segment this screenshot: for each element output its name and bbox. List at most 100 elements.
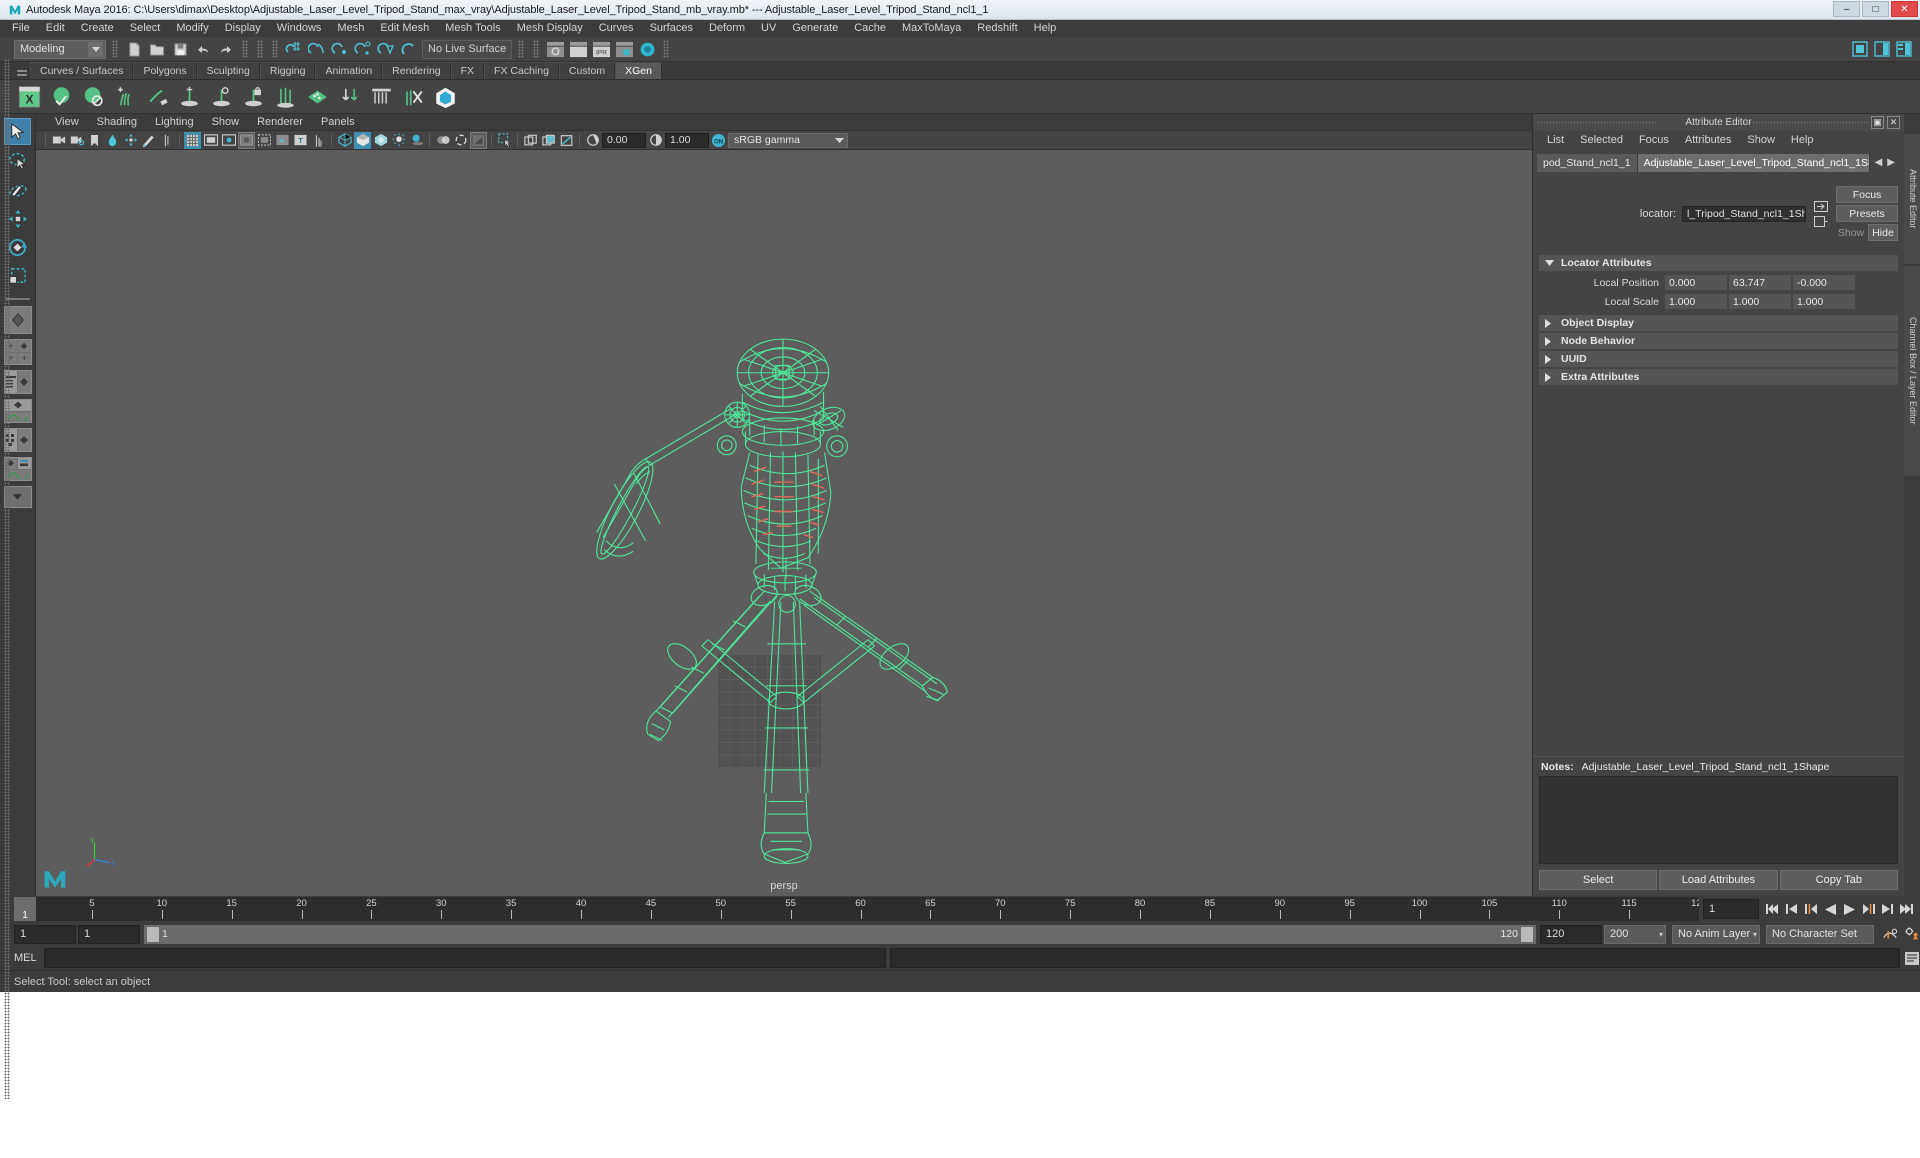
chevron-right-icon[interactable] xyxy=(1545,372,1557,382)
shelf-tab-xgen[interactable]: XGen xyxy=(615,62,662,79)
xgen-interactive-groom-icon[interactable] xyxy=(430,82,460,112)
step-forward-frame-icon[interactable] xyxy=(1860,900,1876,918)
script-editor-icon[interactable] xyxy=(1904,949,1920,967)
menu-item-curves[interactable]: Curves xyxy=(591,20,642,37)
show-hide-channel-box-icon[interactable] xyxy=(1894,39,1914,59)
chevron-right-icon[interactable] xyxy=(1545,336,1557,346)
resolution-gate-icon[interactable] xyxy=(220,132,237,149)
menu-item-uv[interactable]: UV xyxy=(753,20,784,37)
two-d-pan-zoom-icon[interactable] xyxy=(122,132,139,149)
xgen-scatter-icon[interactable] xyxy=(302,82,332,112)
local-scale-z[interactable]: 1.000 xyxy=(1793,294,1855,309)
shelf-tab-rigging[interactable]: Rigging xyxy=(259,62,316,79)
toolbar-grip[interactable] xyxy=(112,40,118,58)
camera-gizmo-icon[interactable] xyxy=(310,132,327,149)
current-frame-field[interactable]: 1 xyxy=(1703,899,1759,919)
multisample-aa-icon[interactable] xyxy=(470,131,487,149)
select-node-icon[interactable] xyxy=(1813,200,1829,212)
step-back-key-icon[interactable] xyxy=(1784,900,1800,918)
range-slider-right-handle[interactable] xyxy=(1521,926,1533,942)
playback-end-time-field[interactable]: 120 xyxy=(1540,924,1602,944)
color-profile-dropdown[interactable]: sRGB gamma xyxy=(728,132,848,148)
section-object-display[interactable]: Object Display xyxy=(1539,315,1898,331)
new-scene-icon[interactable] xyxy=(124,39,144,59)
time-slider-track[interactable]: 5 10 15 20 25 30 35 40 45 50 55 60 65 70 75 80 85 90 95 100… xyxy=(36,897,1699,921)
local-scale-x[interactable]: 1.000 xyxy=(1665,294,1727,309)
exposure-icon[interactable] xyxy=(584,132,601,149)
undo-icon[interactable] xyxy=(193,39,213,59)
shelf-tab-animation[interactable]: Animation xyxy=(315,62,383,79)
attr-menu-focus[interactable]: Focus xyxy=(1631,133,1677,147)
play-forwards-icon[interactable] xyxy=(1841,900,1857,918)
shelf-tab-sculpting[interactable]: Sculpting xyxy=(196,62,260,79)
snap-to-curve-icon[interactable] xyxy=(307,39,327,59)
go-to-end-icon[interactable] xyxy=(1898,900,1914,918)
snap-to-grid-icon[interactable] xyxy=(284,39,304,59)
undock-panel-button[interactable]: ▣ xyxy=(1871,116,1884,129)
show-hide-modeling-toolkit-icon[interactable] xyxy=(1850,39,1870,59)
panel-menu-view[interactable]: View xyxy=(46,115,88,129)
anim-layer-dropdown[interactable]: No Anim Layer ▾ xyxy=(1672,924,1760,944)
render-current-frame-icon[interactable] xyxy=(568,39,588,59)
node-name-field[interactable]: l_Tripod_Stand_ncl1_1Shape xyxy=(1682,205,1806,222)
menu-item-display[interactable]: Display xyxy=(217,20,269,37)
command-language-label[interactable]: MEL xyxy=(14,952,40,964)
save-scene-icon[interactable] xyxy=(170,39,190,59)
xgen-preview-icon[interactable] xyxy=(206,82,236,112)
focus-button[interactable]: Focus xyxy=(1836,186,1898,203)
menu-item-cache[interactable]: Cache xyxy=(846,20,894,37)
motion-blur-icon[interactable] xyxy=(452,132,469,149)
snap-to-point-icon[interactable] xyxy=(330,39,350,59)
close-panel-button[interactable]: ✕ xyxy=(1887,116,1900,129)
local-position-x[interactable]: 0.000 xyxy=(1665,275,1727,290)
shelf-tab-rendering[interactable]: Rendering xyxy=(382,62,451,79)
chevron-down-icon[interactable] xyxy=(1545,260,1557,266)
camera-attributes-icon[interactable] xyxy=(68,132,85,149)
toolbar-grip-2[interactable] xyxy=(242,40,248,58)
chevron-right-icon[interactable] xyxy=(1545,318,1557,328)
menu-item-deform[interactable]: Deform xyxy=(701,20,753,37)
exposure-field[interactable]: 0.00 xyxy=(602,132,646,148)
live-surface-field[interactable]: No Live Surface xyxy=(422,39,512,59)
preferences-icon[interactable] xyxy=(1904,925,1920,943)
section-locator-attributes[interactable]: Locator Attributes xyxy=(1539,255,1898,271)
snap-to-projected-center-icon[interactable] xyxy=(353,39,373,59)
xray-icon[interactable] xyxy=(522,132,539,149)
text-overlay-icon[interactable]: T xyxy=(292,132,309,149)
menu-item-file[interactable]: File xyxy=(4,20,38,37)
go-to-start-icon[interactable] xyxy=(1765,900,1781,918)
xgen-import-icon[interactable] xyxy=(334,82,364,112)
step-back-frame-icon[interactable] xyxy=(1803,900,1819,918)
ipr-render-icon[interactable]: IPR xyxy=(591,39,611,59)
step-forward-key-icon[interactable] xyxy=(1879,900,1895,918)
chevron-down-icon[interactable]: ▾ xyxy=(1753,930,1757,939)
anim-start-time-field[interactable]: 1 xyxy=(14,924,76,944)
minimize-button[interactable]: – xyxy=(1833,1,1860,17)
gamma-field[interactable]: 1.00 xyxy=(665,132,709,148)
toolbar-grip-7[interactable] xyxy=(663,40,669,58)
gamma-icon[interactable] xyxy=(647,132,664,149)
menu-item-modify[interactable]: Modify xyxy=(168,20,216,37)
menu-item-maxtomaya[interactable]: MaxToMaya xyxy=(894,20,969,37)
shadows-icon[interactable] xyxy=(408,132,425,149)
menu-item-help[interactable]: Help xyxy=(1026,20,1065,37)
chevron-down-icon[interactable] xyxy=(88,41,103,57)
attr-menu-attributes[interactable]: Attributes xyxy=(1677,133,1739,147)
render-settings-icon[interactable] xyxy=(614,39,634,59)
vertical-tab-attribute-editor[interactable]: Attribute Editor xyxy=(1904,134,1920,264)
section-uuid[interactable]: UUID xyxy=(1539,351,1898,367)
attr-menu-list[interactable]: List xyxy=(1539,133,1572,147)
grid-toggle-icon[interactable] xyxy=(184,131,201,149)
menu-item-edit[interactable]: Edit xyxy=(38,20,73,37)
range-slider-bar[interactable]: 1 120 xyxy=(144,924,1536,944)
grease-pencil-icon[interactable] xyxy=(140,132,157,149)
redo-icon[interactable] xyxy=(216,39,236,59)
command-input[interactable] xyxy=(44,948,886,968)
show-hide-attribute-editor-icon[interactable] xyxy=(1872,39,1892,59)
node-tab-shape[interactable]: Adjustable_Laser_Level_Tripod_Stand_ncl1… xyxy=(1637,153,1870,172)
field-chart-icon[interactable] xyxy=(238,131,255,149)
xgen-groom-icon[interactable] xyxy=(142,82,172,112)
notes-textarea[interactable] xyxy=(1539,776,1898,864)
xgen-enable-icon[interactable] xyxy=(46,82,76,112)
safe-title-icon[interactable] xyxy=(274,132,291,149)
